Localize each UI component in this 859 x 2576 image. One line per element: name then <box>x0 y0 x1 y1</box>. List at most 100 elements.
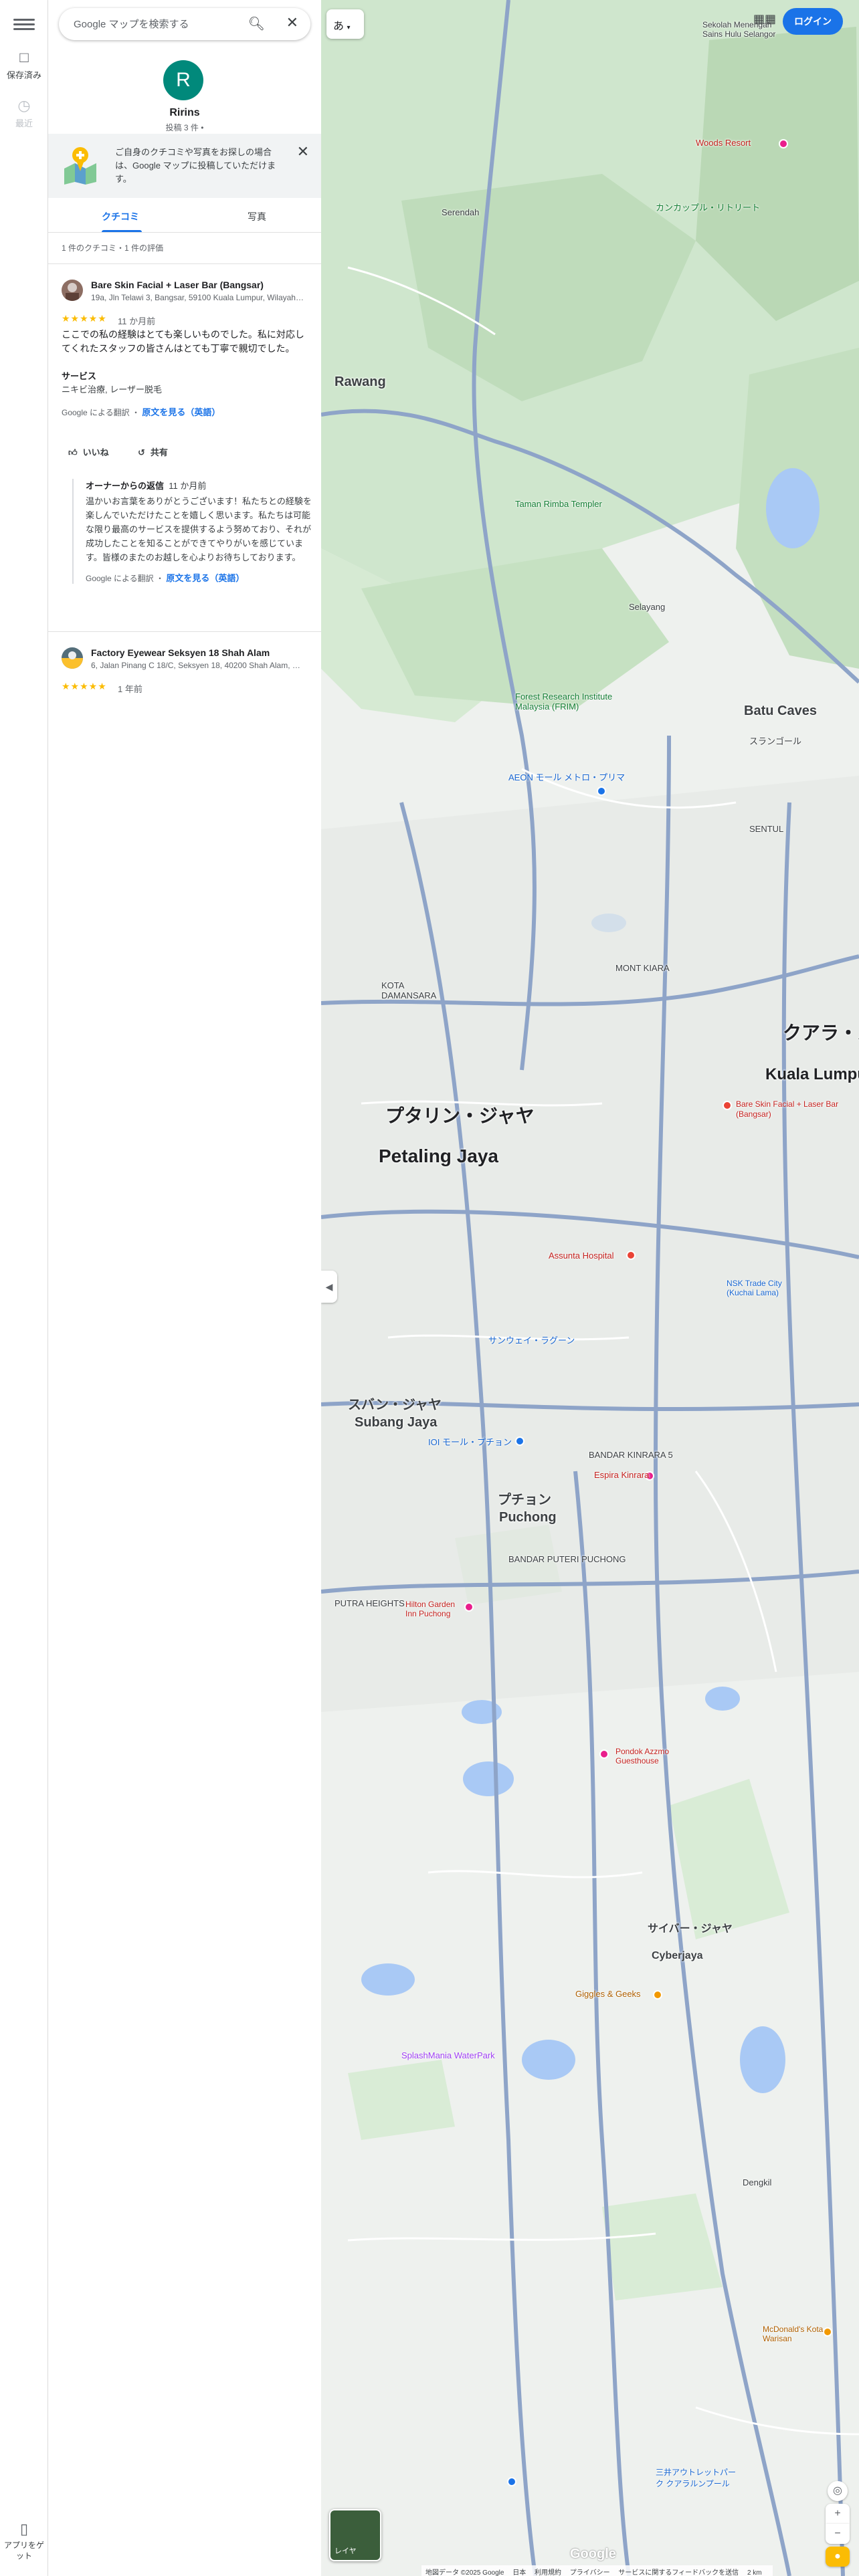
map-label-dengkil[interactable]: Dengkil <box>743 2177 771 2187</box>
saved-button[interactable]: □ 保存済み <box>0 49 48 81</box>
close-icon[interactable]: ✕ <box>286 14 298 31</box>
place-address: 6, Jalan Pinang C 18/C, Seksyen 18, 4020… <box>91 661 305 670</box>
like-label: いいね <box>82 447 109 457</box>
map-label-puchong-jp[interactable]: プチョン <box>498 1493 551 1507</box>
thumbs-up-icon: 👍︎ <box>68 447 78 457</box>
map-label-puchong[interactable]: Puchong <box>499 1510 557 1525</box>
map-label-kl[interactable]: Kuala Lumpur <box>765 1065 859 1085</box>
map-poi-splashmania[interactable]: SplashMania WaterPark <box>401 2050 495 2060</box>
map-label-subang-jp[interactable]: スバン・ジャヤ <box>348 1398 442 1412</box>
search-icon[interactable]: 🔍︎ <box>248 15 265 32</box>
see-original-link[interactable]: 原文を見る（英語） <box>142 407 220 417</box>
layers-button[interactable]: レイヤ <box>329 2509 381 2561</box>
avatar[interactable]: R <box>163 60 203 100</box>
map-label-cyberjaya-jp[interactable]: サイバー・ジャヤ <box>648 1922 733 1937</box>
review-date: 1 年前 <box>118 684 142 694</box>
map-label-batu-caves[interactable]: Batu Caves <box>744 704 817 718</box>
map-label-putra-heights[interactable]: PUTRA HEIGHTS <box>335 1598 405 1608</box>
profile-name: Ririns <box>169 107 200 118</box>
tab-reviews[interactable]: クチコミ <box>102 210 139 223</box>
feedback-link[interactable]: サービスに関するフィードバックを送信 <box>618 2569 739 2576</box>
apps-grid-icon[interactable]: ▦▦ <box>753 12 776 26</box>
zoom-out-button[interactable]: − <box>826 2524 850 2544</box>
map-poi-mcdonalds[interactable]: McDonald's Kota Warisan <box>763 2325 830 2343</box>
map-poi-pondok[interactable]: Pondok Azzmo Guesthouse <box>615 1747 696 1765</box>
side-panel: 🔍︎ ✕ R Ririns 投稿 3 件 • ご自身のクチコミや写真をお探しの場… <box>48 0 321 2576</box>
privacy-link[interactable]: プライバシー <box>570 2569 610 2576</box>
map-poi-ioi[interactable]: IOI モール・プチョン <box>428 1435 512 1448</box>
scale-bar[interactable]: 2 km <box>747 2569 762 2576</box>
map-label-pj-jp[interactable]: プタリン・ジャヤ <box>385 1106 535 1126</box>
map-poi-mitsui[interactable]: 三井アウトレットパーク クアラルンプール <box>656 2466 736 2489</box>
map-poi-nsk[interactable]: NSK Trade City (Kuchai Lama) <box>727 1279 800 1297</box>
map-poi-kankapur[interactable]: カンカップル・リトリート <box>656 201 760 213</box>
place-pin-icon[interactable] <box>723 1101 732 1110</box>
map-poi-bare-skin[interactable]: Bare Skin Facial + Laser Bar (Bangsar) <box>736 1099 856 1119</box>
shop-pin-icon[interactable] <box>515 1436 524 1446</box>
star-rating: ★★★★★ <box>62 681 107 691</box>
owner-reply-heading: オーナーからの返信 <box>86 481 165 491</box>
map-poi-hilton[interactable]: Hilton Garden Inn Puchong <box>405 1600 466 1618</box>
map-poi-giggles[interactable]: Giggles & Geeks <box>575 1989 641 1999</box>
like-button[interactable]: 👍︎ いいね <box>68 445 109 458</box>
street-view-pegman-icon[interactable]: ● <box>826 2547 850 2567</box>
divider <box>48 631 321 632</box>
shop-pin-icon[interactable] <box>597 786 606 796</box>
menu-icon[interactable] <box>13 16 35 32</box>
shop-pin-icon[interactable] <box>507 2477 516 2486</box>
share-icon: ↺ <box>138 447 145 457</box>
hotel-pin-icon[interactable] <box>464 1602 474 1612</box>
map-canvas[interactable]: Rawang Serendah Selayang Batu Caves スランゴ… <box>321 0 859 2576</box>
input-tools-button[interactable]: あ ▾ <box>326 9 364 39</box>
map-label-serendah[interactable]: Serendah <box>442 207 479 217</box>
share-button[interactable]: ↺ 共有 <box>138 445 168 458</box>
place-name[interactable]: Bare Skin Facial + Laser Bar (Bangsar) <box>91 280 264 290</box>
map-poi-woods[interactable]: Woods Resort <box>696 138 751 148</box>
map-poi-assunta[interactable]: Assunta Hospital <box>549 1251 614 1261</box>
terms-link[interactable]: 利用規約 <box>535 2569 561 2576</box>
recent-button[interactable]: ◷ 最近 <box>0 98 48 129</box>
map-label-cyberjaya[interactable]: Cyberjaya <box>652 1949 703 1963</box>
map-label-rawang[interactable]: Rawang <box>335 374 386 389</box>
map-label-sentul[interactable]: SENTUL <box>749 824 783 834</box>
map-poi-sunway[interactable]: サンウェイ・ラグーン <box>488 1333 575 1346</box>
owner-see-original-link[interactable]: 原文を見る（英語） <box>166 573 244 583</box>
my-location-icon[interactable]: ◎ <box>828 2481 848 2501</box>
saved-label: 保存済み <box>6 70 41 80</box>
promo-banner: ご自身のクチコミや写真をお探しの場合は、Google マップに投稿していただけま… <box>48 134 321 198</box>
login-button[interactable]: ログイン <box>783 8 843 35</box>
zoom-in-button[interactable]: + <box>826 2504 850 2524</box>
tab-photos[interactable]: 写真 <box>248 210 266 223</box>
hotel-pin-icon[interactable] <box>779 139 788 148</box>
map-label-pj[interactable]: Petaling Jaya <box>379 1146 498 1166</box>
map-label-selayang[interactable]: Selayang <box>629 602 665 612</box>
collapse-panel-button[interactable]: ◀ <box>321 1271 337 1303</box>
map-label-kl-jp[interactable]: クアラ・ルンプル <box>783 1023 859 1043</box>
review-date: 11 か月前 <box>118 316 156 326</box>
map-label-frim[interactable]: Forest Research Institute Malaysia (FRIM… <box>515 691 649 712</box>
place-name[interactable]: Factory Eyewear Seksyen 18 Shah Alam <box>91 647 270 658</box>
map-poi-templer[interactable]: Taman Rimba Templer <box>515 499 602 509</box>
map-label-mont-kiara[interactable]: MONT KIARA <box>615 963 670 973</box>
map-poi-aeon-metro[interactable]: AEON モール メトロ・プリマ <box>508 770 625 783</box>
map-label-batu-caves-jp: スランゴール <box>749 736 802 746</box>
owner-translation-note: Google による翻訳 ・ 原文を見る（英語） <box>86 571 313 584</box>
hotel-pin-icon[interactable] <box>599 1749 609 1759</box>
map-poi-espira[interactable]: Espira Kinrara <box>594 1470 649 1480</box>
place-thumbnail[interactable] <box>62 647 83 669</box>
region-link[interactable]: 日本 <box>512 2569 526 2576</box>
review-text: ここでの私の経験はとても楽しいものでした。私に対応してくれたスタッフの皆さんはと… <box>62 329 304 354</box>
profile-posts: 投稿 3 件 • <box>165 123 204 132</box>
search-input[interactable] <box>74 17 241 31</box>
left-rail: □ 保存済み ◷ 最近 ▯ アプリをゲット <box>0 0 48 2576</box>
divider <box>48 263 321 264</box>
map-label-bandar-kinrara[interactable]: BANDAR KINRARA 5 <box>589 1450 673 1460</box>
map-label-subang[interactable]: Subang Jaya <box>355 1415 437 1430</box>
place-thumbnail[interactable] <box>62 280 83 301</box>
hospital-pin-icon[interactable] <box>626 1251 636 1260</box>
play-pin-icon[interactable] <box>653 1990 662 2000</box>
map-label-bandar-puteri[interactable]: BANDAR PUTERI PUCHONG <box>508 1554 626 1564</box>
promo-close-icon[interactable]: ✕ <box>297 143 309 160</box>
map-label-kota-damansara[interactable]: KOTA DAMANSARA <box>381 980 436 1000</box>
get-app-button[interactable]: ▯ アプリをゲット <box>0 2521 48 2561</box>
